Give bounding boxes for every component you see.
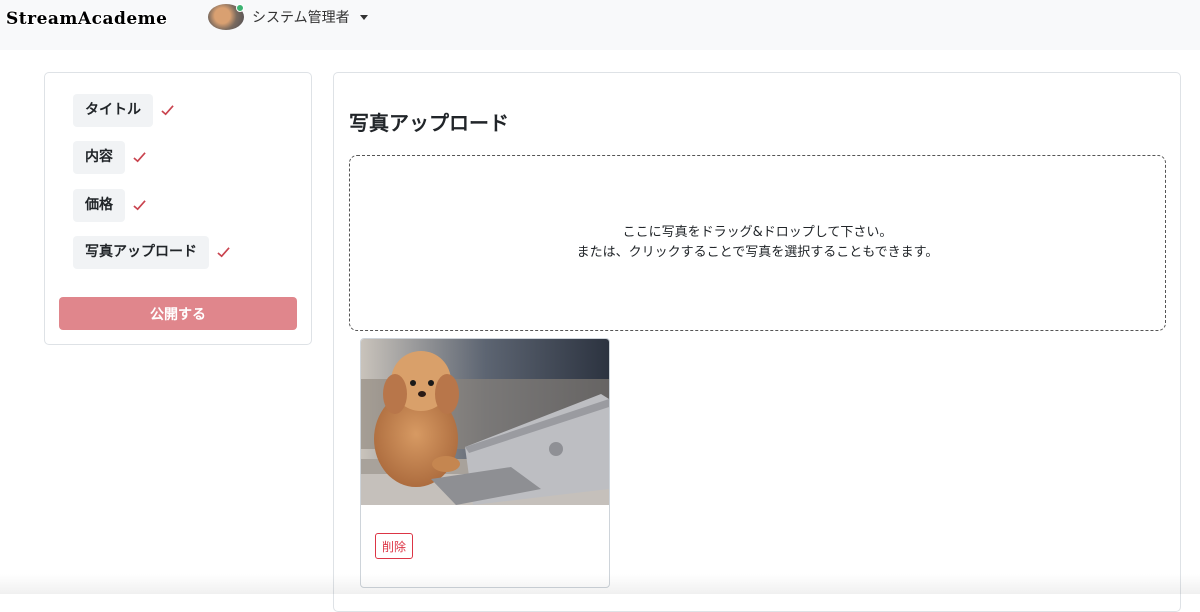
top-navbar: StreamAcademe システム管理者 — [0, 0, 1200, 50]
uploaded-photo — [361, 339, 609, 505]
delete-photo-button[interactable]: 削除 — [375, 533, 414, 559]
page-title: 写真アップロード — [349, 111, 509, 135]
check-icon — [133, 152, 146, 163]
brand-logo[interactable]: StreamAcademe — [6, 9, 167, 29]
caret-down-icon — [359, 14, 368, 20]
photo-dropzone[interactable]: ここに写真をドラッグ&ドロップして下さい。 または、クリックすることで写真を選択… — [349, 155, 1166, 331]
step-label: 内容 — [73, 141, 125, 174]
user-menu[interactable]: システム管理者 — [208, 3, 368, 31]
bottom-shadow — [0, 574, 1200, 594]
check-icon — [217, 247, 230, 258]
dropzone-hint: または、クリックすることで写真を選択することもできます。 — [576, 245, 939, 260]
online-status-icon — [236, 4, 244, 12]
check-icon — [133, 200, 146, 211]
publish-button[interactable]: 公開する — [59, 297, 297, 330]
uploaded-photo-card: 削除 — [360, 338, 610, 588]
step-label: タイトル — [73, 94, 153, 127]
step-label: 写真アップロード — [73, 236, 209, 269]
user-name: システム管理者 — [252, 10, 350, 26]
dropzone-instruction: ここに写真をドラッグ&ドロップして下さい。 — [622, 225, 893, 240]
step-label: 価格 — [73, 189, 125, 222]
avatar — [208, 4, 244, 30]
check-icon — [161, 105, 174, 116]
photo-upload-panel: 写真アップロード ここに写真をドラッグ&ドロップして下さい。 または、クリックす… — [333, 72, 1181, 612]
step-price[interactable]: 価格 — [73, 189, 146, 222]
step-photo-upload[interactable]: 写真アップロード — [73, 236, 230, 269]
step-title[interactable]: タイトル — [73, 94, 174, 127]
progress-sidebar: タイトル 内容 価格 写真アップロード 公開する — [44, 72, 312, 345]
step-content[interactable]: 内容 — [73, 141, 146, 174]
